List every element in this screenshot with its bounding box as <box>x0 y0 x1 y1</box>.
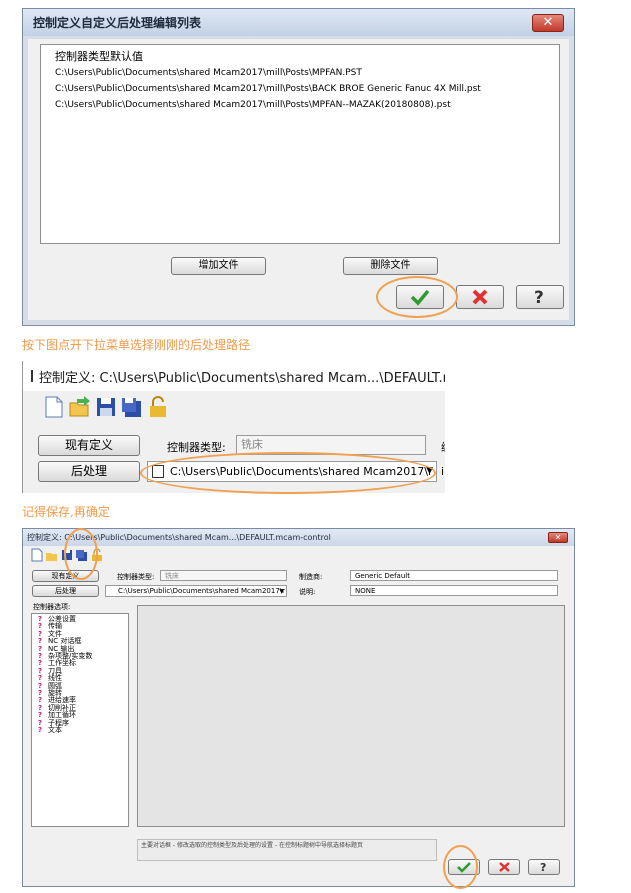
save-as-icon[interactable] <box>76 548 88 562</box>
caption: 记得保存,再确定 <box>22 505 110 519</box>
dialog-title: 控制定义自定义后处理编辑列表 <box>33 16 202 30</box>
chevron-down-icon[interactable]: ▼ <box>426 463 433 480</box>
toolbar <box>31 548 103 562</box>
close-button[interactable]: ✕ <box>548 532 568 543</box>
cross-icon <box>472 289 488 305</box>
help-button[interactable]: ? <box>528 859 560 875</box>
dialog-titlebar: 控制定义: C:\Users\Public\Documents\shared M… <box>23 529 574 546</box>
dialog-titlebar: 控制定义自定义后处理编辑列表 ✕ <box>23 9 574 36</box>
right-label-2: i <box>441 465 445 478</box>
post-path-value: C:\Users\Public\Documents\shared Mcam201… <box>170 465 433 478</box>
list-item[interactable]: C:\Users\Public\Documents\shared Mcam201… <box>55 65 545 81</box>
caption: 按下图点开下拉菜单选择刚刚的后处理路径 <box>22 338 251 352</box>
manufacturer-field[interactable]: Generic Default <box>350 570 558 581</box>
settings-panel <box>137 605 565 827</box>
cancel-button[interactable] <box>456 285 504 309</box>
check-icon <box>410 289 430 306</box>
post-button[interactable]: 后处理 <box>38 461 140 482</box>
controller-type-select[interactable]: 铣床 <box>236 435 426 455</box>
status-text: 主要对话框 - 修改选取的控制类型及后处理的设置 - 在控制标题树中导航选择标题… <box>137 839 437 861</box>
existing-definition-button[interactable]: 现有定义 <box>32 570 99 582</box>
chevron-down-icon[interactable]: ▼ <box>279 587 284 596</box>
help-button[interactable]: ? <box>516 285 564 309</box>
new-file-icon[interactable] <box>43 395 65 419</box>
save-as-icon[interactable] <box>121 395 143 419</box>
post-button[interactable]: 后处理 <box>32 585 99 597</box>
post-list[interactable]: 控制器类型默认值 C:\Users\Public\Documents\share… <box>40 44 560 244</box>
control-definition-crop: 控制定义: C:\Users\Public\Documents\shared M… <box>22 361 445 493</box>
open-folder-icon[interactable] <box>46 548 58 562</box>
list-item[interactable]: C:\Users\Public\Documents\shared Mcam201… <box>55 97 545 113</box>
save-icon[interactable] <box>61 548 73 562</box>
tree-item[interactable]: ? 文本 <box>38 726 128 735</box>
delete-file-button[interactable]: 删除文件 <box>343 257 438 275</box>
manufacturer-label: 制造商: <box>299 573 323 581</box>
new-file-icon[interactable] <box>31 548 43 562</box>
save-icon[interactable] <box>95 395 117 419</box>
svg-text:?: ? <box>540 861 546 873</box>
ok-button[interactable] <box>448 859 480 875</box>
dialog-title: 控制定义: C:\Users\Public\Documents\shared M… <box>39 370 445 386</box>
svg-text:?: ? <box>534 288 544 306</box>
right-label-1: 编 <box>441 439 445 455</box>
existing-definition-button[interactable]: 现有定义 <box>38 435 140 456</box>
cross-icon <box>498 862 510 872</box>
check-icon <box>457 861 471 873</box>
controller-type-value: 铣床 <box>241 438 263 451</box>
help-icon: ? <box>540 861 546 873</box>
tree-item-label: 文本 <box>48 726 62 735</box>
close-button[interactable]: ✕ <box>532 13 564 32</box>
toolbar <box>43 395 169 419</box>
post-path-select[interactable]: C:\Users\Public\Documents\shared Mcam201… <box>147 461 437 482</box>
description-field[interactable]: NONE <box>350 585 558 596</box>
app-icon <box>31 370 33 382</box>
post-path-select[interactable]: C:\Users\Public\Documents\shared Mcam201… <box>105 585 287 597</box>
controller-type-label: 控制器类型: <box>117 573 155 581</box>
controller-type-value: 铣床 <box>165 572 179 580</box>
lock-icon[interactable] <box>147 395 169 419</box>
open-folder-icon[interactable] <box>69 395 91 419</box>
list-header: 控制器类型默认值 <box>55 50 143 63</box>
ok-button[interactable] <box>396 285 444 309</box>
lock-icon[interactable] <box>91 548 103 562</box>
dialog-title: 控制定义: C:\Users\Public\Documents\shared M… <box>27 533 331 542</box>
options-tree[interactable]: ? 公差设置 ? 传输 ? 文件 ? NC 对话框 ? NC 输出 ? 杂项整/实变数 ? 工… <box>31 613 129 827</box>
controller-type-select[interactable]: 铣床 <box>160 570 287 581</box>
options-label: 控制器选项: <box>33 603 71 611</box>
controller-type-label: 控制器类型: <box>167 441 226 454</box>
dialog-body: 控制器类型默认值 C:\Users\Public\Documents\share… <box>28 39 569 320</box>
description-label: 说明: <box>299 588 316 596</box>
help-icon: ? <box>534 288 544 306</box>
control-definition-dialog: 控制定义: C:\Users\Public\Documents\shared M… <box>22 528 575 887</box>
file-icon <box>152 465 164 478</box>
edit-list-dialog: 控制定义自定义后处理编辑列表 ✕ 控制器类型默认值 C:\Users\Publi… <box>22 8 575 326</box>
dialog-titlebar: 控制定义: C:\Users\Public\Documents\shared M… <box>23 361 445 391</box>
list-item[interactable]: C:\Users\Public\Documents\shared Mcam201… <box>55 81 545 97</box>
cancel-button[interactable] <box>488 859 520 875</box>
add-file-button[interactable]: 增加文件 <box>171 257 266 275</box>
question-icon: ? <box>38 726 43 735</box>
post-path-value: C:\Users\Public\Documents\shared Mcam201… <box>118 587 286 595</box>
